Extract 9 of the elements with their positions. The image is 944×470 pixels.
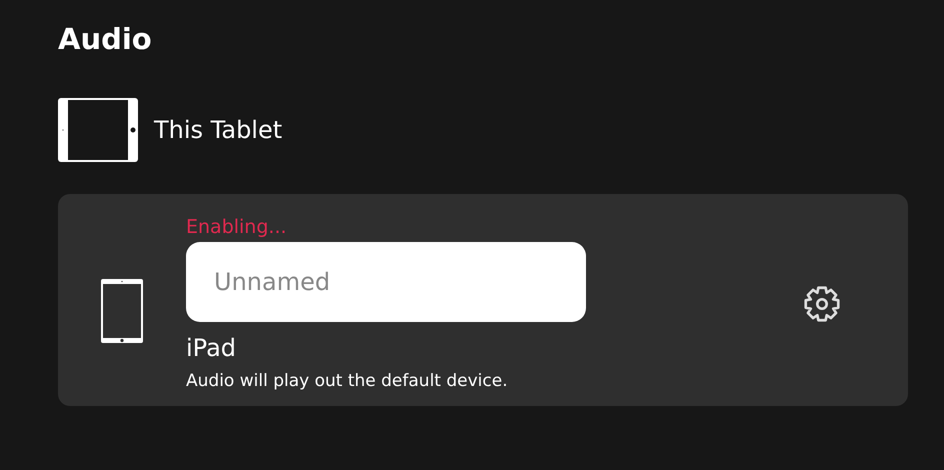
settings-icon[interactable] [802,284,842,324]
device-model: iPad [186,333,238,364]
name-field[interactable]: Unnamed [186,242,586,322]
device-label: This Tablet [154,116,282,144]
device-description: Audio will play out the default device. [186,370,509,393]
tablet-icon [58,98,138,162]
tablet-icon [101,279,143,343]
section-title: Audio [58,21,153,58]
status-text: Enabling... [186,215,288,240]
